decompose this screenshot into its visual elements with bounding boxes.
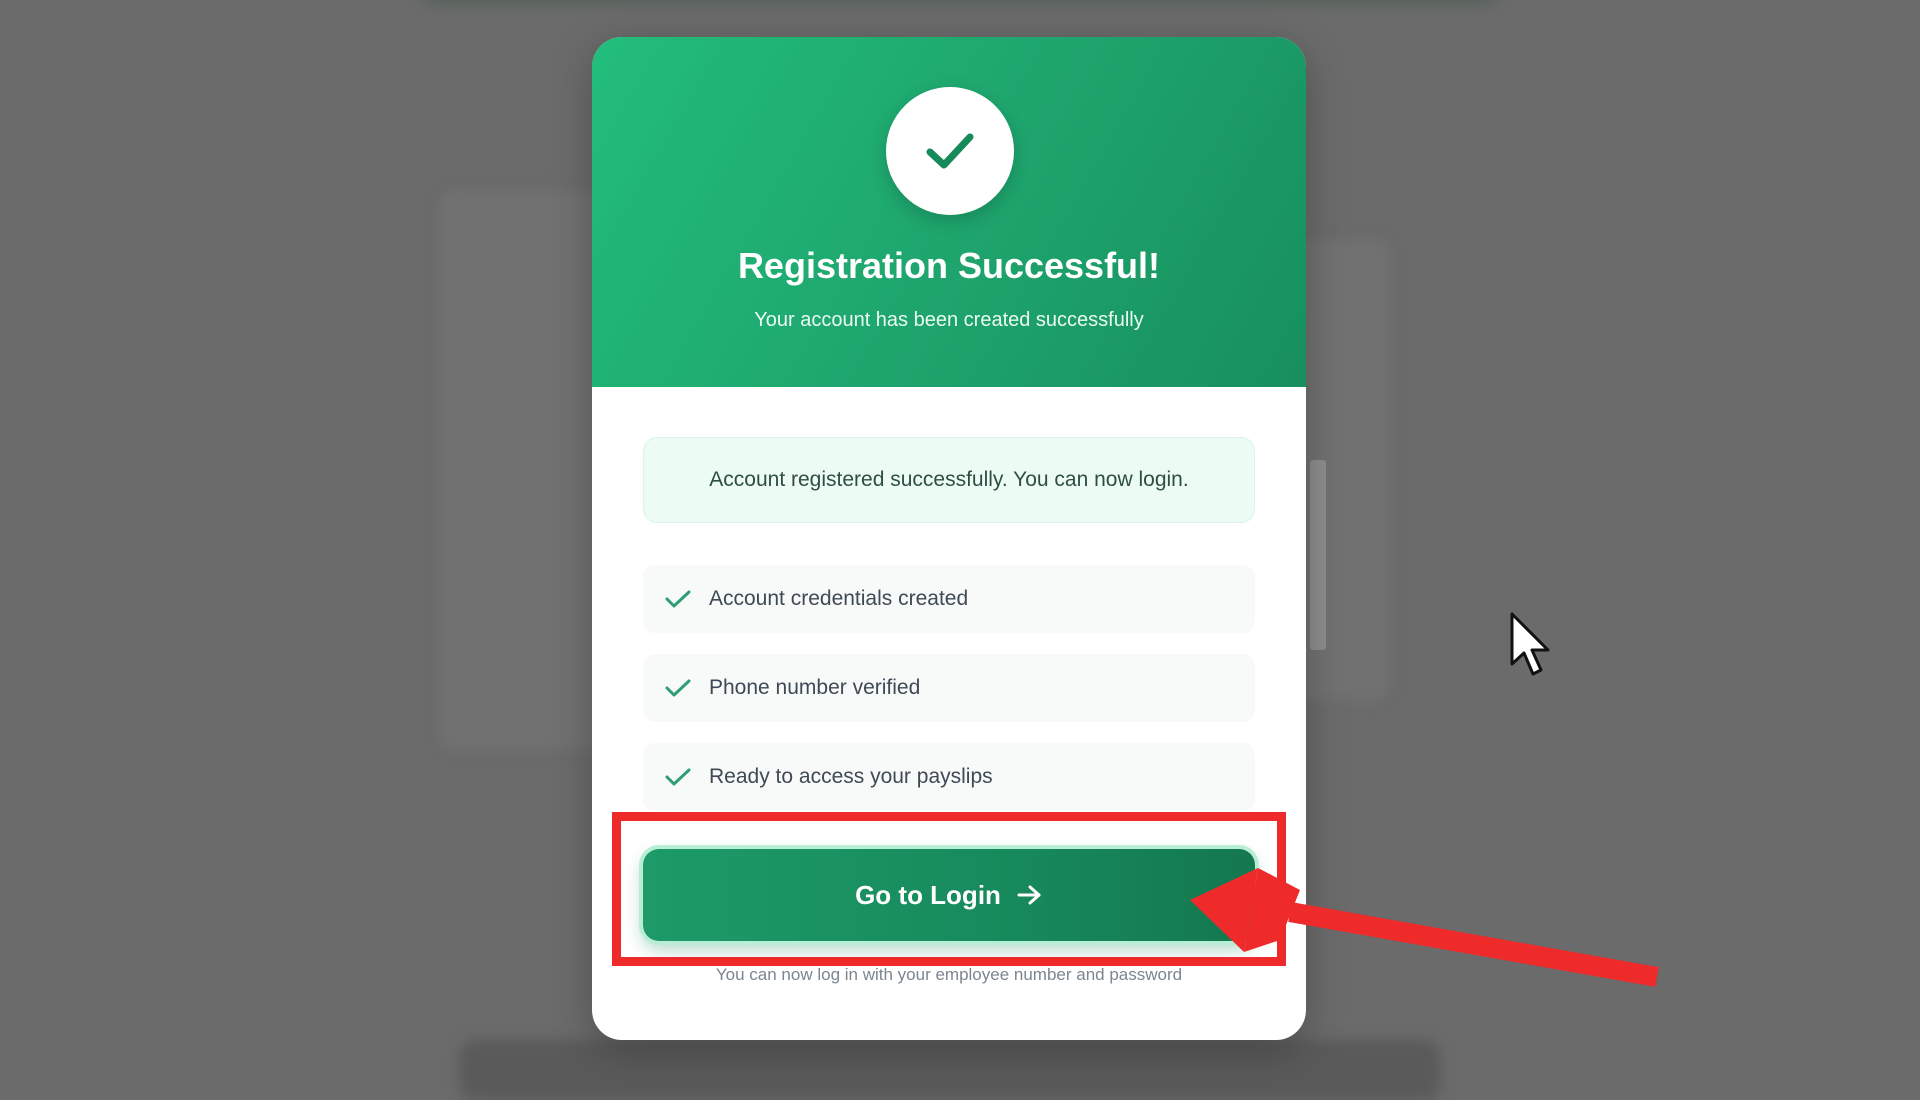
mouse-cursor-icon xyxy=(1510,612,1550,676)
annotation-arrow-icon xyxy=(1190,868,1659,987)
